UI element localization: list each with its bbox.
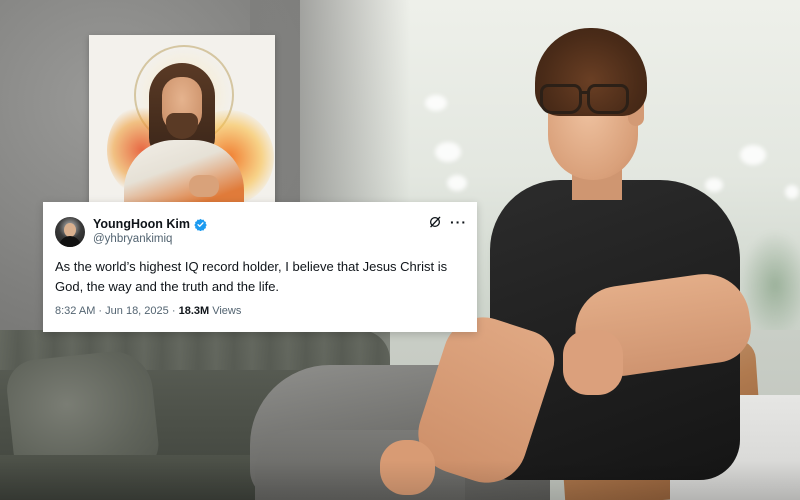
more-options-icon[interactable]: ··· (450, 215, 467, 229)
views-count[interactable]: 18.3M (179, 305, 210, 317)
jesus-painting (89, 35, 275, 205)
avatar-body (59, 236, 81, 247)
glasses-bridge (580, 91, 590, 94)
painting-hand (189, 175, 219, 197)
tweet-meta: 8:32 AM · Jun 18, 2025 · 18.3M Views (55, 305, 241, 317)
tweet-date[interactable]: Jun 18, 2025 (105, 305, 169, 317)
avatar[interactable] (55, 217, 85, 247)
meta-separator: · (171, 305, 176, 317)
glasses-lens-right (587, 84, 629, 114)
views-label: Views (212, 305, 242, 317)
tweet-card: YoungHoon Kim @yhbryankimiq ··· As the w… (43, 202, 477, 332)
floor-shadow (0, 460, 800, 500)
tweet-author-row: YoungHoon Kim (93, 217, 207, 231)
tweet-text: As the world’s highest IQ record holder,… (55, 259, 448, 294)
grok-icon[interactable] (428, 215, 442, 229)
glasses-lens-left (540, 84, 582, 114)
person-hand-right (563, 330, 623, 395)
meta-separator: · (98, 305, 103, 317)
avatar-face (64, 223, 76, 237)
tweet-time[interactable]: 8:32 AM (55, 305, 95, 317)
author-handle[interactable]: @yhbryankimiq (93, 233, 172, 245)
author-display-name[interactable]: YoungHoon Kim (93, 217, 190, 231)
verified-badge-icon (194, 218, 207, 231)
tweet-actions: ··· (428, 215, 467, 229)
photo-collage: YoungHoon Kim @yhbryankimiq ··· As the w… (0, 0, 800, 500)
